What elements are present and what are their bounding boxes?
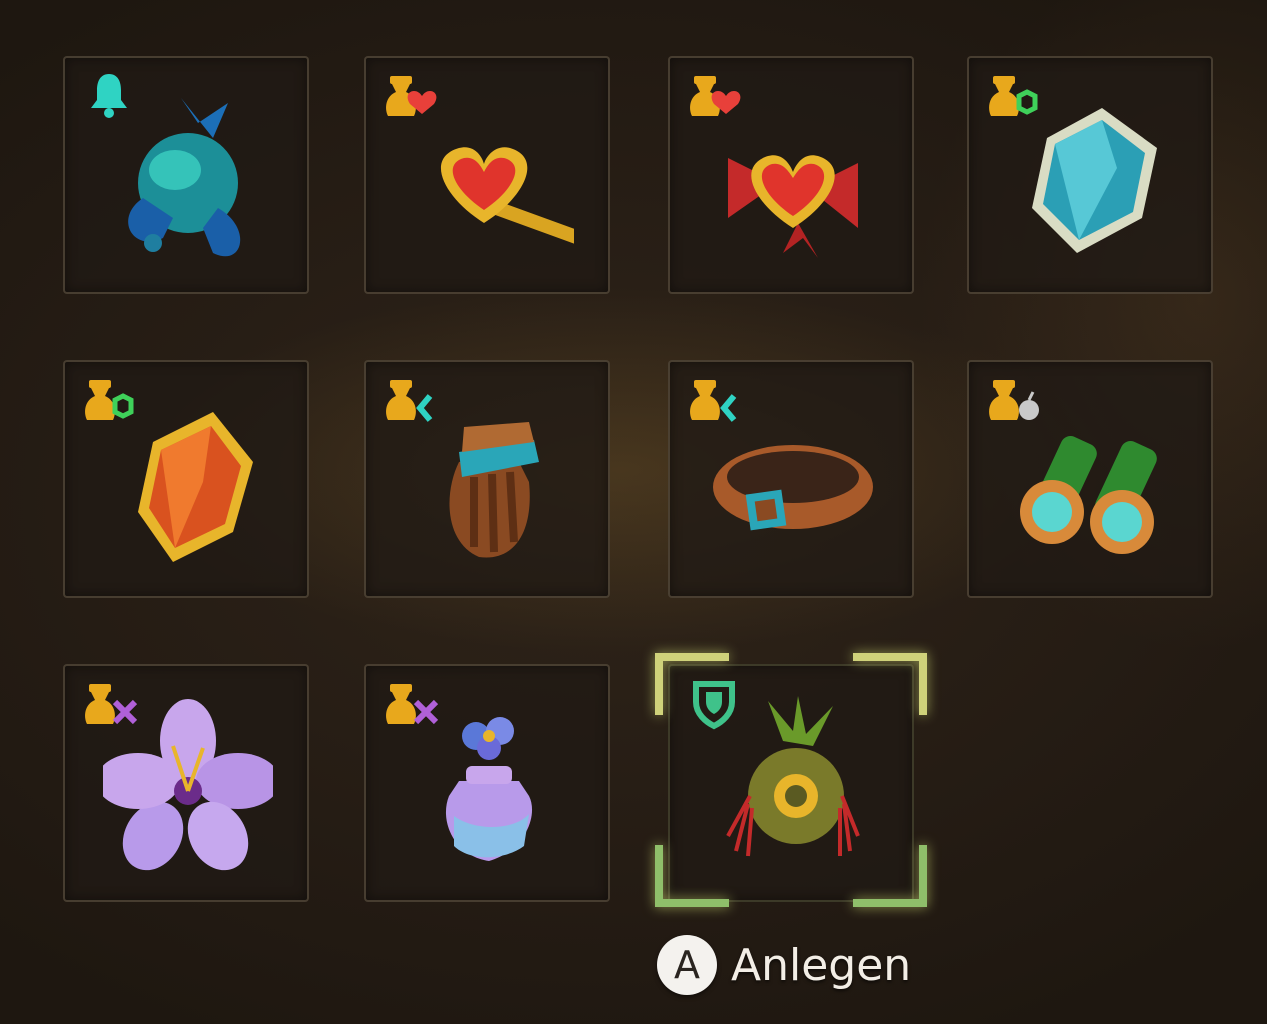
selection-corner-top-left: [655, 653, 729, 715]
leather-belt-icon: [713, 445, 873, 531]
orange-gem-icon: [138, 412, 253, 562]
inventory-slot[interactable]: [63, 664, 309, 902]
selection-corner-bottom-left: [655, 845, 729, 907]
lilac-flower-icon: [103, 699, 273, 871]
inventory-slot[interactable]: [668, 56, 914, 294]
selection-corner-top-right: [853, 653, 927, 715]
inventory-slot[interactable]: [967, 360, 1213, 598]
heart-key-icon: [440, 147, 574, 245]
binoculars-icon: [1020, 436, 1157, 554]
blue-bird-ornament-icon: [128, 98, 241, 257]
inventory-grid: [0, 0, 1267, 1024]
inventory-slot[interactable]: [63, 56, 309, 294]
equip-label: Anlegen: [731, 939, 912, 991]
inventory-slot[interactable]: [668, 360, 914, 598]
heart-bow-icon: [728, 155, 858, 258]
inventory-slot[interactable]: [967, 56, 1213, 294]
equip-prompt[interactable]: A Anlegen: [657, 934, 911, 996]
inventory-slot[interactable]: [364, 56, 610, 294]
inventory-slot[interactable]: [364, 664, 610, 902]
inventory-slot[interactable]: [364, 360, 610, 598]
flower-potion-icon: [445, 717, 533, 861]
blue-gem-icon: [1032, 108, 1157, 253]
selection-corner-bottom-right: [853, 845, 927, 907]
a-button-icon: A: [657, 935, 717, 995]
inventory-slot[interactable]: [63, 360, 309, 598]
leather-glove-icon: [449, 422, 539, 558]
